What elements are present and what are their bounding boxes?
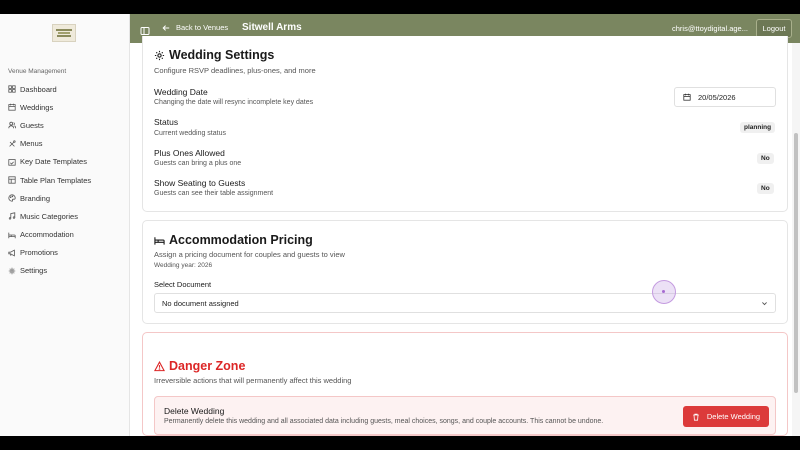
calendar-icon bbox=[683, 93, 691, 101]
megaphone-icon bbox=[8, 249, 16, 257]
sidebar-item-label: Settings bbox=[20, 266, 48, 276]
sidebar-item-weddings[interactable]: Weddings bbox=[0, 98, 130, 116]
sidebar-item-label: Music Categories bbox=[20, 211, 78, 221]
sidebar-item-settings[interactable]: Settings bbox=[0, 262, 130, 280]
show-seating-label: Show Seating to Guests bbox=[154, 178, 246, 188]
document-select[interactable]: No document assigned bbox=[154, 293, 776, 313]
wedding-settings-card: Wedding Settings Configure RSVP deadline… bbox=[142, 36, 788, 212]
sidebar-item-promotions[interactable]: Promotions bbox=[0, 244, 130, 262]
calendar-check-icon bbox=[8, 158, 16, 166]
warning-icon bbox=[154, 360, 165, 371]
sidebar-item-label: Dashboard bbox=[20, 84, 57, 94]
sidebar-item-label: Branding bbox=[20, 193, 51, 203]
back-label: Back to Venues bbox=[176, 23, 229, 32]
trash-icon bbox=[693, 413, 699, 421]
delete-wedding-button[interactable]: Delete Wedding bbox=[683, 406, 769, 427]
bed-icon bbox=[154, 236, 165, 245]
chevron-down-icon bbox=[762, 302, 767, 306]
cursor-indicator bbox=[652, 280, 676, 304]
accommodation-title: Accommodation Pricing bbox=[154, 233, 313, 247]
venue-logo bbox=[52, 24, 76, 42]
delete-wedding-panel: Delete Wedding Permanently delete this w… bbox=[154, 396, 776, 435]
sidebar-item-branding[interactable]: Branding bbox=[0, 189, 130, 207]
wedding-settings-title: Wedding Settings bbox=[154, 48, 274, 62]
sidebar-item-table-plan-templates[interactable]: Table Plan Templates bbox=[0, 171, 130, 189]
show-seating-hint: Guests can see their table assignment bbox=[154, 190, 274, 197]
delete-wedding-title: Delete Wedding bbox=[164, 406, 225, 416]
sidebar-item-accommodation[interactable]: Accommodation bbox=[0, 226, 130, 244]
sidebar-section-label: Venue Management bbox=[8, 68, 67, 75]
sidebar-item-menus[interactable]: Menus bbox=[0, 135, 130, 153]
gear-icon bbox=[8, 267, 16, 275]
venue-title: Sitwell Arms bbox=[242, 22, 302, 33]
app-window: Venue Management Dashboard Weddings Gues… bbox=[0, 14, 800, 436]
music-icon bbox=[8, 212, 16, 221]
delete-wedding-description: Permanently delete this wedding and all … bbox=[164, 418, 604, 425]
danger-zone-card: Danger Zone Irreversible actions that wi… bbox=[142, 332, 788, 436]
plus-ones-label: Plus Ones Allowed bbox=[154, 148, 225, 158]
status-badge: planning bbox=[740, 122, 776, 133]
sidebar-item-music-categories[interactable]: Music Categories bbox=[0, 207, 130, 225]
plus-ones-badge: No bbox=[757, 153, 774, 164]
cursor-dot bbox=[662, 290, 665, 293]
plus-ones-hint: Guests can bring a plus one bbox=[154, 160, 242, 167]
page-scrollbar[interactable] bbox=[792, 43, 800, 436]
sidebar-item-label: Promotions bbox=[20, 248, 58, 258]
users-icon bbox=[8, 121, 16, 129]
wedding-date-picker[interactable]: 20/05/2026 bbox=[674, 87, 776, 107]
calendar-icon bbox=[8, 103, 16, 111]
sidebar-item-label: Table Plan Templates bbox=[20, 175, 92, 185]
sidebar-item-label: Weddings bbox=[20, 102, 54, 112]
select-document-label: Select Document bbox=[154, 280, 212, 289]
arrow-left-icon bbox=[162, 24, 170, 31]
sidebar-item-label: Key Date Templates bbox=[20, 157, 87, 167]
back-to-venues-link[interactable]: Back to Venues bbox=[162, 23, 228, 32]
user-email: chris@ttoydigital.age... bbox=[672, 24, 748, 33]
sidebar-toggle-icon[interactable] bbox=[140, 23, 150, 35]
danger-zone-description: Irreversible actions that will permanent… bbox=[154, 376, 352, 385]
accommodation-description: Assign a pricing document for couples an… bbox=[154, 250, 345, 259]
bed-icon bbox=[8, 231, 16, 239]
gear-icon bbox=[154, 50, 165, 60]
utensils-icon bbox=[8, 140, 16, 148]
wedding-date-value: 20/05/2026 bbox=[698, 92, 736, 102]
dashboard-icon bbox=[8, 85, 16, 93]
sidebar-nav: Dashboard Weddings Guests Menus Key Date… bbox=[0, 80, 130, 280]
danger-zone-title: Danger Zone bbox=[154, 359, 245, 373]
scrollbar-thumb[interactable] bbox=[794, 133, 798, 393]
sidebar-item-dashboard[interactable]: Dashboard bbox=[0, 80, 130, 98]
sidebar-item-label: Guests bbox=[20, 120, 44, 130]
layout-icon bbox=[8, 176, 16, 184]
accommodation-pricing-card: Accommodation Pricing Assign a pricing d… bbox=[142, 220, 788, 324]
wedding-settings-description: Configure RSVP deadlines, plus-ones, and… bbox=[154, 66, 316, 75]
sidebar-item-key-date-templates[interactable]: Key Date Templates bbox=[0, 153, 130, 171]
status-label: Status bbox=[154, 117, 179, 127]
sidebar-item-guests[interactable]: Guests bbox=[0, 116, 130, 134]
document-select-value: No document assigned bbox=[162, 298, 239, 308]
status-hint: Current wedding status bbox=[154, 130, 226, 137]
wedding-year-note: Wedding year: 2026 bbox=[154, 262, 213, 269]
wedding-date-label: Wedding Date bbox=[154, 87, 208, 97]
sidebar: Venue Management Dashboard Weddings Gues… bbox=[0, 14, 130, 436]
show-seating-badge: No bbox=[757, 183, 774, 194]
sidebar-item-label: Accommodation bbox=[20, 230, 74, 240]
palette-icon bbox=[8, 194, 16, 202]
sidebar-item-label: Menus bbox=[20, 139, 43, 149]
wedding-date-hint: Changing the date will resync incomplete… bbox=[154, 99, 314, 106]
